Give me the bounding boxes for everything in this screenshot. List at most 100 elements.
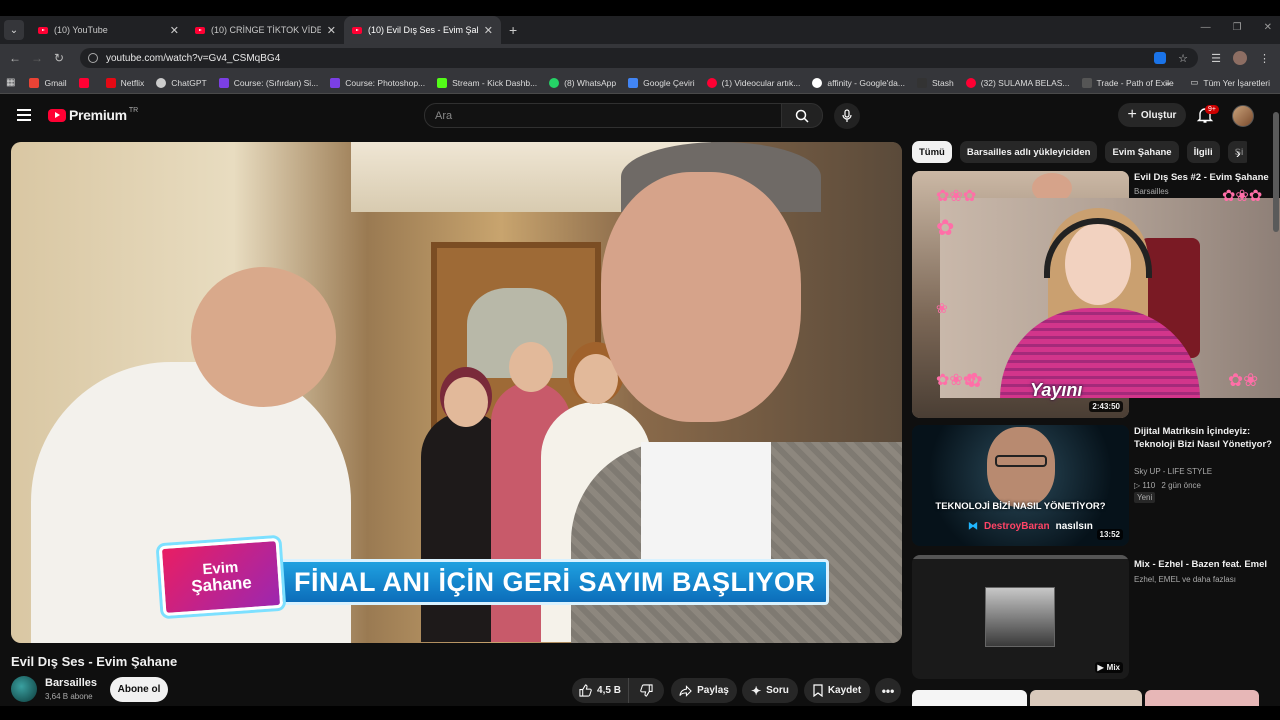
close-window-icon[interactable]: ✕ bbox=[1264, 22, 1272, 33]
reco-channel-1[interactable]: Barsailles bbox=[1134, 185, 1169, 198]
reco-thumbnail-partial[interactable] bbox=[912, 690, 1027, 706]
google-icon bbox=[812, 77, 823, 88]
flower-decoration: ✿❀✿ bbox=[936, 188, 977, 205]
reco-thumbnail-2[interactable]: TEKNOLOJİ BİZİ NASIL YÖNETİYOR? ⧓ Destro… bbox=[912, 425, 1129, 546]
bookmark-poe-trade[interactable]: Trade - Path of Exile bbox=[1081, 77, 1174, 88]
sparkle-icon: ✦ bbox=[751, 683, 762, 698]
scrollbar-thumb[interactable] bbox=[1273, 112, 1279, 232]
video-man-left-head bbox=[191, 267, 336, 407]
tab-search-button[interactable]: ⌄ bbox=[4, 20, 24, 40]
more-actions-button[interactable]: ••• bbox=[875, 678, 901, 703]
bookmark-videocular[interactable]: (1) Videocular artık... bbox=[706, 77, 800, 88]
reco-title-3[interactable]: Mix - Ezhel - Bazen feat. Emel bbox=[1134, 558, 1274, 571]
more-horizontal-icon: ••• bbox=[881, 683, 895, 698]
plus-icon: + bbox=[1127, 106, 1137, 123]
chip-all[interactable]: Tümü bbox=[912, 141, 952, 163]
reco-title-2[interactable]: Dijital Matriksin İçindeyiz: Teknoloji B… bbox=[1134, 425, 1274, 451]
close-tab-icon[interactable]: ✕ bbox=[327, 24, 336, 37]
flower-decoration: ✿❀ bbox=[1228, 370, 1259, 390]
search-input[interactable]: Ara bbox=[424, 103, 782, 128]
window-controls: — ❐ ✕ bbox=[1201, 22, 1272, 33]
bookmark-sulama[interactable]: (32) SULAMA BELAS... bbox=[965, 77, 1070, 88]
reco-channel-3[interactable]: Ezhel, EMEL ve daha fazlası bbox=[1134, 573, 1236, 586]
tab-title: (10) Evil Dış Ses - Evim Şahane bbox=[368, 25, 478, 35]
video-player[interactable]: FİNAL ANI İÇİN GERİ SAYIM BAŞLIYOR Evim … bbox=[11, 142, 902, 643]
tab-youtube[interactable]: (10) YouTube ✕ bbox=[30, 16, 187, 44]
bookmark-translate[interactable]: Google Çeviri bbox=[628, 77, 695, 88]
channel-name[interactable]: Barsailles bbox=[45, 677, 97, 689]
youtube-favicon-icon bbox=[195, 26, 205, 34]
caption-text: FİNAL ANI İÇİN GERİ SAYIM BAŞLIYOR bbox=[279, 559, 829, 605]
omnibox[interactable]: youtube.com/watch?v=Gv4_CSMqBG4 ☆ bbox=[80, 48, 1198, 68]
youtube-icon bbox=[78, 77, 89, 88]
share-button[interactable]: Paylaş bbox=[671, 678, 737, 703]
reading-list-icon[interactable]: ☰ bbox=[1211, 52, 1221, 65]
site-info-icon[interactable] bbox=[88, 53, 98, 63]
tab-cringe[interactable]: (10) CRİNGE TİKTOK VİDEOLARI ✕ bbox=[187, 16, 344, 44]
microphone-icon bbox=[842, 109, 852, 122]
duration-badge: 2:43:50 bbox=[1089, 401, 1123, 412]
bookmark-stash[interactable]: Stash bbox=[916, 77, 954, 88]
youtube-premium-logo[interactable]: Premium TR bbox=[48, 107, 138, 123]
new-badge: Yeni bbox=[1134, 492, 1156, 503]
flower-decoration: ✿❀✿ bbox=[1222, 188, 1263, 205]
forward-icon[interactable]: → bbox=[26, 51, 48, 65]
chip-from-uploader[interactable]: Barsailles adlı yükleyiciden bbox=[959, 141, 1098, 163]
browser-menu-icon[interactable]: ⋮ bbox=[1259, 52, 1270, 65]
apps-grid-icon[interactable]: ▦ bbox=[6, 77, 15, 88]
reco-title-1[interactable]: Evil Dış Ses #2 - Evim Şahane bbox=[1134, 171, 1274, 184]
save-button[interactable]: Kaydet bbox=[804, 678, 870, 703]
more-bookmarks-icon[interactable]: » bbox=[1165, 78, 1170, 88]
duration-badge: 13:52 bbox=[1096, 529, 1123, 540]
guide-menu-icon[interactable] bbox=[17, 109, 31, 121]
chip-evim-sahane[interactable]: Evim Şahane bbox=[1105, 141, 1179, 163]
flower-decoration: ✿ bbox=[936, 215, 955, 240]
minimize-icon[interactable]: — bbox=[1201, 22, 1211, 33]
streamer-webcam-overlay bbox=[940, 198, 1280, 398]
chip-related[interactable]: İlgili bbox=[1186, 141, 1220, 163]
voice-search-button[interactable] bbox=[834, 103, 860, 129]
bookmark-course-2[interactable]: Course: Photoshop... bbox=[330, 77, 425, 88]
bookmark-youtube[interactable] bbox=[78, 77, 94, 88]
subscribe-button[interactable]: Abone ol bbox=[110, 677, 168, 702]
bookmark-kick[interactable]: Stream - Kick Dashb... bbox=[437, 77, 537, 88]
flower-decoration: ✿ bbox=[966, 370, 983, 392]
profile-avatar-icon[interactable] bbox=[1233, 51, 1247, 65]
reco-thumbnail-3[interactable]: ▶ Mix bbox=[912, 555, 1129, 679]
chatgpt-icon bbox=[156, 77, 167, 88]
search-button[interactable] bbox=[781, 103, 823, 128]
reco-channel-2[interactable]: Sky UP - LIFE STYLE bbox=[1134, 465, 1212, 478]
reco-thumbnail-partial[interactable] bbox=[1030, 690, 1142, 706]
bookmark-gmail[interactable]: Gmail bbox=[29, 77, 67, 88]
bookmark-course-1[interactable]: Course: (Sıfırdan) Si... bbox=[218, 77, 318, 88]
url-text: youtube.com/watch?v=Gv4_CSMqBG4 bbox=[106, 52, 281, 64]
bottom-black-bar bbox=[0, 706, 1280, 720]
all-bookmarks-folder[interactable]: ▭ Tüm Yer İşaretleri bbox=[1190, 77, 1270, 88]
reco-thumbnail-partial[interactable] bbox=[1145, 690, 1259, 706]
channel-avatar[interactable] bbox=[11, 676, 37, 702]
ask-button[interactable]: ✦ Soru bbox=[742, 678, 798, 703]
back-icon[interactable]: ← bbox=[4, 51, 26, 65]
close-tab-icon[interactable]: ✕ bbox=[484, 24, 493, 37]
bookmark-affinity[interactable]: affinity - Google'da... bbox=[812, 77, 905, 88]
subscriber-count: 3,64 B abone bbox=[45, 692, 93, 701]
account-avatar[interactable] bbox=[1232, 105, 1254, 127]
tab-evil-dis-ses[interactable]: (10) Evil Dış Ses - Evim Şahane ✕ bbox=[344, 16, 501, 44]
google-lens-icon[interactable] bbox=[1154, 51, 1167, 64]
bookmark-icon bbox=[813, 684, 823, 697]
chevron-right-icon[interactable]: › bbox=[1236, 145, 1241, 161]
reload-icon[interactable]: ↻ bbox=[48, 51, 70, 65]
bookmark-chatgpt[interactable]: ChatGPT bbox=[156, 77, 207, 88]
share-icon bbox=[679, 684, 692, 697]
thumbs-down-icon bbox=[640, 684, 653, 697]
close-tab-icon[interactable]: ✕ bbox=[170, 24, 179, 37]
bookmark-netflix[interactable]: Netflix bbox=[105, 77, 144, 88]
like-button[interactable]: 4,5 B bbox=[572, 678, 628, 703]
dislike-button[interactable] bbox=[628, 678, 664, 703]
create-button[interactable]: + Oluştur bbox=[1118, 103, 1186, 127]
show-caption-banner: FİNAL ANI İÇİN GERİ SAYIM BAŞLIYOR Evim … bbox=[158, 537, 831, 617]
bookmark-whatsapp[interactable]: (8) WhatsApp bbox=[549, 77, 616, 88]
new-tab-button[interactable]: + bbox=[509, 22, 517, 38]
restore-icon[interactable]: ❐ bbox=[1233, 22, 1242, 33]
bookmark-star-icon[interactable]: ☆ bbox=[1178, 52, 1188, 65]
